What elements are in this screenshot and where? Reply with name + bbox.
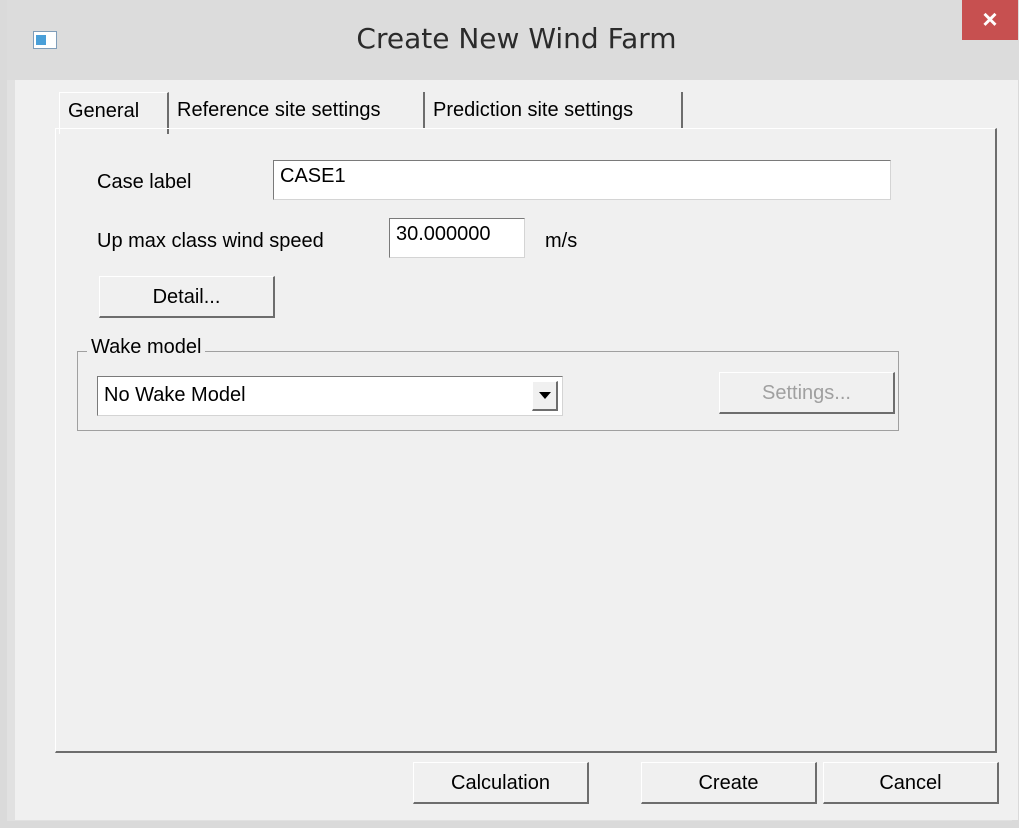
- tab-reference-site-settings[interactable]: Reference site settings: [169, 92, 425, 128]
- calculation-button[interactable]: Calculation: [413, 762, 589, 804]
- max-wind-speed-label: Up max class wind speed: [97, 230, 324, 252]
- case-label-input[interactable]: CASE1: [273, 160, 891, 200]
- tab-prediction-site-settings[interactable]: Prediction site settings: [425, 92, 683, 128]
- dialog-window: Create New Wind Farm × General Reference…: [0, 0, 1019, 828]
- dialog-title: Create New Wind Farm: [356, 22, 677, 55]
- wake-settings-button[interactable]: Settings...: [719, 372, 895, 414]
- wake-model-selected-value: No Wake Model: [104, 384, 246, 406]
- wake-model-select[interactable]: No Wake Model: [97, 376, 563, 416]
- cancel-button[interactable]: Cancel: [823, 762, 999, 804]
- dialog-client-area: General Reference site settings Predicti…: [15, 80, 1018, 820]
- detail-button[interactable]: Detail...: [99, 276, 275, 318]
- create-button[interactable]: Create: [641, 762, 817, 804]
- wake-model-group-title: Wake model: [87, 336, 206, 359]
- case-label-label: Case label: [97, 171, 192, 193]
- tab-panel-general: [55, 128, 997, 753]
- close-button[interactable]: ×: [962, 0, 1018, 40]
- max-wind-speed-unit: m/s: [545, 230, 578, 252]
- max-wind-speed-input[interactable]: 30.000000: [389, 218, 525, 258]
- chevron-down-icon[interactable]: [532, 381, 558, 411]
- title-bar[interactable]: Create New Wind Farm ×: [7, 0, 1019, 80]
